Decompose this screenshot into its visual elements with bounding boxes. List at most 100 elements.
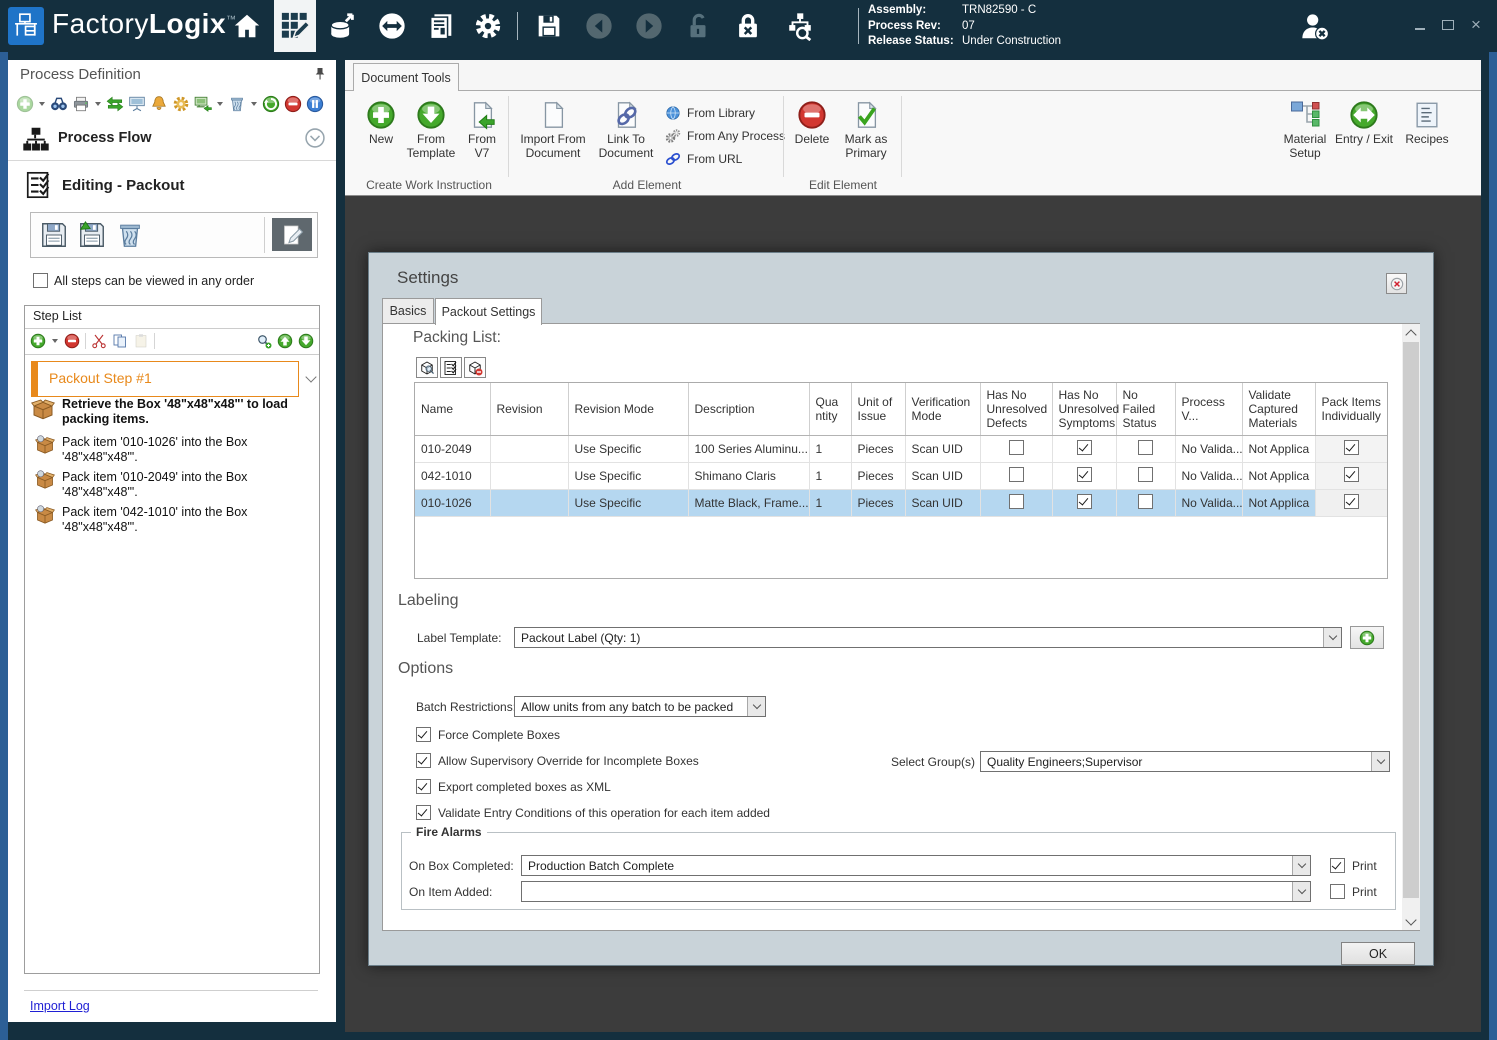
pack-individually-checkbox[interactable] xyxy=(1344,494,1359,509)
add-step-caret[interactable] xyxy=(52,339,58,343)
flow-search-button[interactable] xyxy=(782,8,818,44)
home-button[interactable] xyxy=(229,8,265,44)
chevron-down-icon[interactable] xyxy=(1292,882,1310,901)
logout-user-icon[interactable] xyxy=(1300,12,1330,42)
trash-icon[interactable] xyxy=(228,95,246,113)
mark-as-primary-button[interactable]: Mark as Primary xyxy=(837,96,895,160)
material-setup-button[interactable]: Material Setup xyxy=(1271,96,1339,160)
news-button[interactable] xyxy=(423,8,459,44)
alert-bell-icon[interactable] xyxy=(150,95,168,113)
save-step-button[interactable] xyxy=(37,218,71,251)
chevron-down-icon[interactable] xyxy=(1323,628,1341,647)
ok-button[interactable]: OK xyxy=(1341,942,1415,965)
add-icon[interactable] xyxy=(16,95,34,113)
label-template-dropdown[interactable]: Packout Label (Qty: 1) xyxy=(514,627,1342,648)
sync-button[interactable] xyxy=(374,8,410,44)
process-flow-section[interactable]: Process Flow xyxy=(8,120,336,160)
delete-element-button[interactable]: Delete xyxy=(789,96,835,147)
from-v7-button[interactable]: From V7 xyxy=(461,96,503,160)
scrollbar-thumb[interactable] xyxy=(1403,342,1419,898)
move-down-icon[interactable] xyxy=(298,333,314,349)
tab-document-tools[interactable]: Document Tools xyxy=(353,63,459,91)
supervisory-override-checkbox[interactable] xyxy=(416,753,431,768)
find-icon[interactable] xyxy=(50,95,68,113)
from-url-item[interactable]: From URL xyxy=(665,147,785,170)
discard-button[interactable] xyxy=(113,218,147,251)
on-box-print-checkbox[interactable] xyxy=(1330,858,1345,873)
defects-checkbox[interactable] xyxy=(1008,467,1024,482)
tab-basics[interactable]: Basics xyxy=(382,298,434,324)
chevron-down-icon[interactable] xyxy=(1371,752,1389,771)
lock-cancel-button[interactable] xyxy=(730,8,766,44)
trash-dropdown-caret[interactable] xyxy=(251,102,257,106)
step-instruction[interactable]: Pack item '042-1010' into the Box '48"x4… xyxy=(31,505,313,535)
process-editor-button[interactable] xyxy=(277,8,313,44)
cut-icon[interactable] xyxy=(91,333,107,349)
remove-part-button[interactable] xyxy=(464,357,486,378)
pin-icon[interactable] xyxy=(312,66,328,82)
forward-button[interactable] xyxy=(631,8,667,44)
deploy-dropdown-caret[interactable] xyxy=(217,102,223,106)
step-instruction[interactable]: Pack item '010-2049' into the Box '48"x4… xyxy=(31,470,313,500)
save-as-button[interactable] xyxy=(75,218,109,251)
batch-restrictions-dropdown[interactable]: Allow units from any batch to be packed xyxy=(514,696,766,717)
import-log-link[interactable]: Import Log xyxy=(30,999,90,1013)
entry-exit-button[interactable]: Entry / Exit xyxy=(1331,96,1397,147)
gear-icon[interactable] xyxy=(172,95,190,113)
symptoms-checkbox[interactable] xyxy=(1076,440,1092,455)
export-xml-checkbox[interactable] xyxy=(416,779,431,794)
defects-checkbox[interactable] xyxy=(1008,440,1024,455)
step-instruction[interactable]: Retrieve the Box '48"x48"x48"' to load p… xyxy=(31,397,313,427)
unlock-icon[interactable] xyxy=(680,8,716,44)
print-icon[interactable] xyxy=(72,95,90,113)
failed-status-checkbox[interactable] xyxy=(1138,440,1153,455)
on-item-print-checkbox[interactable] xyxy=(1330,884,1345,899)
remove-step-icon[interactable] xyxy=(64,333,80,349)
from-any-process-item[interactable]: From Any Process xyxy=(665,124,785,147)
step-expand-chevron[interactable] xyxy=(305,371,317,383)
find-step-icon[interactable] xyxy=(256,333,272,349)
import-from-document-button[interactable]: Import From Document xyxy=(515,96,591,160)
failed-status-checkbox[interactable] xyxy=(1138,494,1153,509)
packing-list-table[interactable]: Name Revision Revision Mode Description … xyxy=(414,382,1388,579)
edit-list-button[interactable] xyxy=(440,357,462,378)
deploy-icon[interactable] xyxy=(194,95,212,113)
symptoms-checkbox[interactable] xyxy=(1076,467,1092,482)
maximize-button[interactable] xyxy=(1439,16,1457,34)
paste-icon[interactable] xyxy=(133,333,149,349)
add-label-button[interactable] xyxy=(1350,626,1384,649)
print-dropdown-caret[interactable] xyxy=(95,102,101,106)
chevron-down-icon[interactable] xyxy=(747,697,765,716)
table-row[interactable]: 010-2049 Use Specific 100 Series Aluminu… xyxy=(415,435,1387,463)
remove-icon[interactable] xyxy=(284,95,302,113)
link-to-document-button[interactable]: Link To Document xyxy=(595,96,657,160)
settings-gear-button[interactable] xyxy=(470,8,506,44)
on-item-added-dropdown[interactable] xyxy=(521,881,1311,902)
new-work-instruction-button[interactable]: New xyxy=(359,96,403,147)
from-template-button[interactable]: From Template xyxy=(403,96,459,160)
from-library-item[interactable]: From Library xyxy=(665,101,785,124)
dialog-close-button[interactable] xyxy=(1386,273,1407,294)
failed-status-checkbox[interactable] xyxy=(1138,467,1153,482)
add-dropdown-caret[interactable] xyxy=(39,102,45,106)
dialog-scrollbar[interactable] xyxy=(1402,324,1420,930)
close-button[interactable]: × xyxy=(1467,15,1485,34)
validate-entry-checkbox[interactable] xyxy=(416,805,431,820)
presentation-icon[interactable] xyxy=(128,95,146,113)
scroll-down-arrow[interactable] xyxy=(1402,913,1420,930)
edit-notes-button[interactable] xyxy=(272,218,312,251)
pause-icon[interactable] xyxy=(306,95,324,113)
refresh-icon[interactable] xyxy=(262,95,280,113)
any-order-checkbox[interactable] xyxy=(33,273,48,288)
recipes-button[interactable]: Recipes xyxy=(1401,96,1453,147)
table-header-row[interactable]: Name Revision Revision Mode Description … xyxy=(415,383,1387,436)
copy-icon[interactable] xyxy=(112,333,128,349)
select-groups-dropdown[interactable]: Quality Engineers;Supervisor xyxy=(980,751,1390,772)
add-step-icon[interactable] xyxy=(30,333,46,349)
exchange-icon[interactable] xyxy=(106,95,124,113)
table-row[interactable]: 010-1026 Use Specific Matte Black, Frame… xyxy=(415,489,1387,517)
pack-individually-checkbox[interactable] xyxy=(1344,467,1359,482)
force-complete-checkbox[interactable] xyxy=(416,727,431,742)
defects-checkbox[interactable] xyxy=(1008,494,1024,509)
chevron-down-icon[interactable] xyxy=(1292,856,1310,875)
